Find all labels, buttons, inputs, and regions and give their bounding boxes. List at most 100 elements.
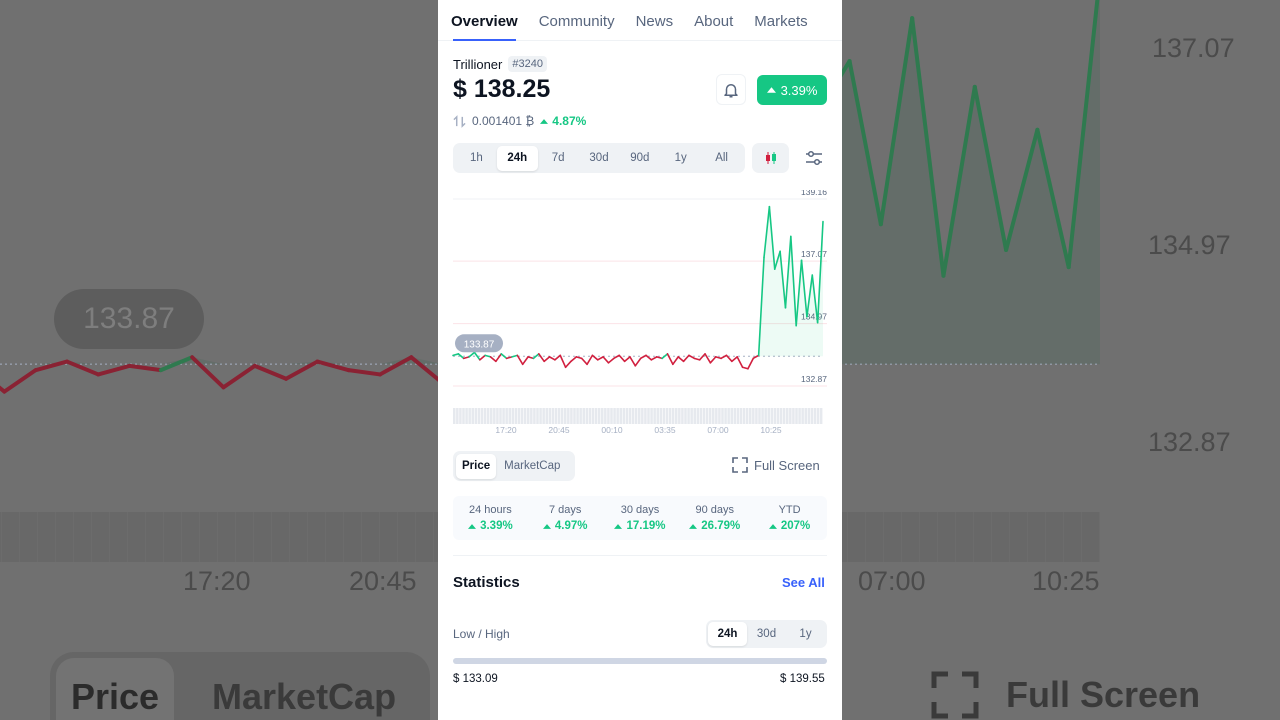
btc-price-row: 0.001401 ₿ 4.87% <box>453 114 586 128</box>
volume-bar <box>551 408 555 424</box>
volume-bar <box>902 512 920 562</box>
range-7d[interactable]: 7d <box>538 146 579 171</box>
volume-bar <box>591 408 595 424</box>
tab-community[interactable]: Community <box>539 0 615 40</box>
swap-icon[interactable] <box>453 114 466 128</box>
statistics-title: Statistics <box>453 574 520 591</box>
volume-bar <box>816 408 820 424</box>
marketcap-toggle[interactable]: MarketCap <box>498 454 566 479</box>
tab-overview[interactable]: Overview <box>451 0 518 41</box>
candlestick-toggle-button[interactable] <box>752 143 789 173</box>
volume-bar <box>616 408 619 424</box>
background-baseline-pill: 133.87 <box>54 289 204 349</box>
background-price-tab: Price <box>71 676 160 717</box>
price-line-segment <box>221 363 257 390</box>
volume-bar <box>938 512 956 562</box>
background-x-label: 20:45 <box>349 566 417 596</box>
range-24h[interactable]: 24h <box>496 145 538 171</box>
volume-bar <box>668 408 672 424</box>
tab-news[interactable]: News <box>636 0 674 40</box>
x-tick-label: 20:45 <box>548 425 570 435</box>
caret-up-icon <box>768 523 777 529</box>
performance-value: 207% <box>768 520 810 532</box>
volume-bar <box>511 408 515 424</box>
price-line-segment <box>495 353 503 363</box>
volume-bar <box>699 408 703 424</box>
period-24h[interactable]: 24h <box>708 622 747 646</box>
range-90d[interactable]: 90d <box>619 146 660 171</box>
price-line-segment <box>677 356 685 363</box>
volume-bar <box>801 408 804 424</box>
volume-bar <box>398 512 416 562</box>
performance-item: 7 days 4.97% <box>528 496 603 540</box>
volume-bar <box>813 408 817 424</box>
volume-bar <box>554 408 558 424</box>
price-toggle[interactable]: Price <box>456 453 497 479</box>
volume-bar <box>272 512 290 562</box>
volume-bar <box>290 512 308 562</box>
volume-bar <box>308 512 326 562</box>
volume-bar <box>656 408 659 424</box>
volume-bar <box>533 408 536 424</box>
tab-about[interactable]: About <box>694 0 733 40</box>
change-24h-badge: 3.39% <box>757 75 827 105</box>
price-line-segment <box>607 357 615 364</box>
volume-bar <box>505 408 508 424</box>
price-alert-button[interactable] <box>716 74 746 105</box>
volume-bar <box>453 408 456 424</box>
volume-bar <box>344 512 362 562</box>
caret-up-icon <box>766 87 776 93</box>
volume-bar <box>477 408 481 424</box>
performance-label: 7 days <box>548 504 582 516</box>
volume-bar <box>752 408 755 424</box>
background-full-screen: Full Screen <box>1006 674 1201 715</box>
volume-bar <box>724 408 727 424</box>
volume-bar <box>634 408 638 424</box>
background-y-label: 137.07 <box>1152 33 1235 63</box>
volume-bar <box>727 408 730 424</box>
range-1y[interactable]: 1y <box>660 146 701 171</box>
volume-bar <box>647 408 650 424</box>
performance-value: 26.79% <box>689 520 740 532</box>
price-chart[interactable]: 139.16137.07134.97132.87133.8717:2020:45… <box>438 190 842 440</box>
price-line-segment <box>484 354 492 358</box>
volume-bar <box>601 408 604 424</box>
volume-bar <box>718 408 721 424</box>
time-range-selector: 1h 24h 7d 30d 90d 1y All <box>453 143 745 173</box>
volume-bar <box>594 408 598 424</box>
volume-bar <box>628 408 632 424</box>
range-1h[interactable]: 1h <box>456 146 497 171</box>
volume-bar <box>736 408 740 424</box>
y-tick-label: 132.87 <box>801 374 827 384</box>
volume-bar <box>767 408 770 424</box>
chart-settings-button[interactable] <box>799 143 829 173</box>
volume-bar <box>530 408 533 424</box>
volume-bar <box>782 408 786 424</box>
x-tick-label: 03:35 <box>654 425 676 435</box>
period-1y[interactable]: 1y <box>786 622 825 646</box>
volume-bar <box>520 408 524 424</box>
period-30d[interactable]: 30d <box>747 622 786 646</box>
bell-icon <box>724 83 738 97</box>
volume-bar <box>662 408 666 424</box>
price-line-segment <box>564 360 572 369</box>
volume-bar <box>74 512 92 562</box>
volume-bar <box>564 408 567 424</box>
performance-label: YTD <box>778 504 801 516</box>
price-line-segment <box>511 354 519 358</box>
background-y-label: 132.87 <box>1148 427 1231 457</box>
performance-value-text: 3.39% <box>480 520 513 532</box>
volume-bar <box>539 408 542 424</box>
volume-bar <box>56 512 74 562</box>
price-line-segment <box>521 356 529 366</box>
range-all[interactable]: All <box>701 146 742 171</box>
volume-bar <box>693 408 696 424</box>
see-all-link[interactable]: See All <box>782 575 825 590</box>
tab-markets[interactable]: Markets <box>754 0 807 40</box>
volume-bar <box>483 408 487 424</box>
range-30d[interactable]: 30d <box>579 146 620 171</box>
performance-item: 90 days 26.79% <box>677 496 752 540</box>
y-tick-label: 139.16 <box>801 190 827 197</box>
volume-bar <box>613 408 616 424</box>
full-screen-button[interactable]: Full Screen <box>732 457 820 473</box>
